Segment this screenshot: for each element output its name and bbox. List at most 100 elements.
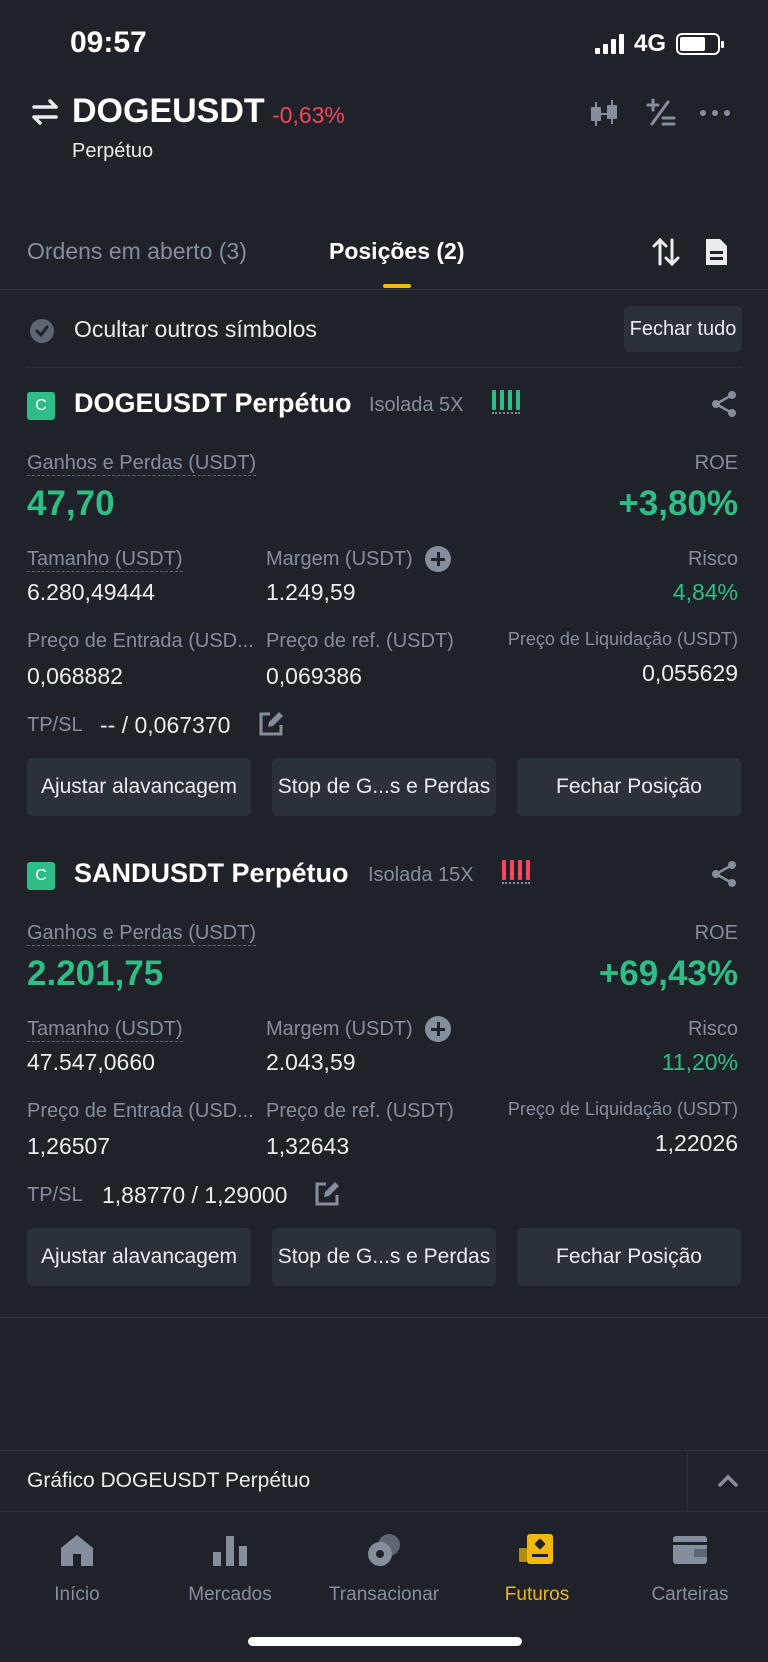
- wallet-icon: [673, 1536, 707, 1564]
- contract-type: Perpétuo: [72, 140, 154, 162]
- position-card: C DOGEUSDT Perpétuo Isolada 5X Ganhos e …: [0, 378, 768, 848]
- entry-price-label: Preço de Entrada (USD...: [27, 1100, 254, 1122]
- nav-label: Carteiras: [651, 1584, 729, 1605]
- adjust-leverage-button[interactable]: Ajustar alavancagem: [27, 1228, 251, 1286]
- nav-label: Mercados: [188, 1584, 272, 1605]
- pnl-value: 47,70: [27, 484, 115, 523]
- position-title[interactable]: DOGEUSDT Perpétuo: [74, 388, 352, 419]
- position-card: C SANDUSDT Perpétuo Isolada 15X Ganhos e…: [0, 848, 768, 1318]
- entry-price-value: 0,068882: [27, 663, 123, 689]
- status-bar: 09:57 4G: [0, 0, 768, 88]
- entry-price-value: 1,26507: [27, 1133, 111, 1159]
- tpsl-label: TP/SL: [27, 714, 83, 736]
- divider: [687, 1451, 688, 1513]
- risk-bars-icon: [492, 390, 520, 414]
- tpsl-value: 1,88770 / 1,29000: [102, 1182, 288, 1208]
- tpsl-button[interactable]: Stop de G...s e Perdas: [272, 1228, 496, 1286]
- active-tab-indicator: [383, 284, 411, 288]
- roe-label: ROE: [694, 922, 738, 944]
- position-title[interactable]: SANDUSDT Perpétuo: [74, 858, 349, 889]
- risk-value: 4,84%: [672, 579, 738, 605]
- close-all-button[interactable]: Fechar tudo: [624, 306, 742, 352]
- more-icon[interactable]: [698, 96, 732, 130]
- share-icon[interactable]: [710, 390, 738, 418]
- tpsl-button[interactable]: Stop de G...s e Perdas: [272, 758, 496, 816]
- home-indicator: [248, 1637, 522, 1646]
- liquidation-price-value: 1,22026: [654, 1130, 738, 1156]
- add-margin-icon[interactable]: [425, 546, 451, 572]
- roe-value: +69,43%: [598, 954, 738, 993]
- calculator-icon[interactable]: [644, 96, 678, 130]
- checkbox-icon[interactable]: [30, 319, 54, 343]
- battery-icon: [676, 33, 724, 55]
- pnl-label: Ganhos e Perdas (USDT): [27, 922, 256, 946]
- chart-label[interactable]: Gráfico DOGEUSDT Perpétuo: [27, 1469, 310, 1493]
- tab-open-orders[interactable]: Ordens em aberto (3): [27, 238, 247, 265]
- roe-label: ROE: [694, 452, 738, 474]
- adjust-leverage-button[interactable]: Ajustar alavancagem: [27, 758, 251, 816]
- liquidation-price-label: Preço de Liquidação (USDT): [507, 1099, 738, 1119]
- margin-label: Margem (USDT): [266, 548, 413, 570]
- liquidation-price-label: Preço de Liquidação (USDT): [507, 629, 738, 649]
- signal-icon: [594, 34, 624, 54]
- status-right: 4G: [594, 30, 724, 58]
- tpsl-value: -- / 0,067370: [100, 712, 231, 738]
- futures-icon: [519, 1534, 553, 1564]
- chevron-up-icon[interactable]: [714, 1467, 742, 1495]
- ref-price-value: 1,32643: [266, 1133, 350, 1159]
- margin-mode[interactable]: Isolada 15X: [368, 864, 474, 887]
- document-icon[interactable]: [700, 236, 732, 268]
- ref-price-label: Preço de ref. (USDT): [266, 1100, 454, 1122]
- trade-icon: [368, 1534, 400, 1566]
- edit-icon[interactable]: [313, 1180, 341, 1208]
- pnl-value: 2.201,75: [27, 954, 164, 993]
- swap-icon[interactable]: [30, 98, 60, 126]
- markets-icon: [213, 1536, 247, 1566]
- symbol-header: DOGEUSDT -0,63% Perpétuo: [0, 88, 768, 188]
- position-tabs: Ordens em aberto (3) Posições (2): [0, 222, 768, 290]
- size-value: 6.280,49444: [27, 579, 155, 605]
- size-label: Tamanho (USDT): [27, 548, 183, 572]
- share-icon[interactable]: [710, 860, 738, 888]
- nav-label: Futuros: [504, 1584, 570, 1605]
- tpsl-label: TP/SL: [27, 1184, 83, 1206]
- ref-price-label: Preço de ref. (USDT): [266, 630, 454, 652]
- pnl-label: Ganhos e Perdas (USDT): [27, 452, 256, 476]
- home-icon: [61, 1535, 93, 1566]
- nav-trade[interactable]: Transacionar: [309, 1530, 459, 1606]
- nav-futures[interactable]: Futuros: [462, 1530, 612, 1606]
- risk-value: 11,20%: [661, 1049, 738, 1075]
- sort-icon[interactable]: [650, 236, 682, 268]
- candlestick-icon[interactable]: [588, 96, 622, 130]
- margin-label: Margem (USDT): [266, 1018, 413, 1040]
- tab-positions[interactable]: Posições (2): [329, 238, 465, 265]
- hide-other-symbols-label[interactable]: Ocultar outros símbolos: [74, 316, 317, 343]
- nav-label: Transacionar: [328, 1584, 440, 1605]
- close-position-button[interactable]: Fechar Posição: [517, 1228, 741, 1286]
- margin-value: 1.249,59: [266, 579, 356, 605]
- edit-icon[interactable]: [257, 710, 285, 738]
- nav-wallets[interactable]: Carteiras: [615, 1530, 765, 1606]
- margin-mode[interactable]: Isolada 5X: [369, 394, 464, 417]
- liquidation-price-value: 0,055629: [642, 660, 738, 686]
- nav-markets[interactable]: Mercados: [155, 1530, 305, 1606]
- status-time: 09:57: [70, 26, 147, 59]
- close-position-button[interactable]: Fechar Posição: [517, 758, 741, 816]
- ref-price-value: 0,069386: [266, 663, 362, 689]
- roe-value: +3,80%: [618, 484, 738, 523]
- network-type: 4G: [633, 30, 666, 57]
- cross-badge: C: [27, 862, 55, 890]
- chart-bar[interactable]: Gráfico DOGEUSDT Perpétuo: [0, 1450, 768, 1513]
- size-value: 47.547,0660: [27, 1049, 155, 1075]
- risk-bars-icon: [502, 860, 530, 884]
- entry-price-label: Preço de Entrada (USD...: [27, 630, 254, 652]
- symbol-title[interactable]: DOGEUSDT: [72, 92, 265, 131]
- size-label: Tamanho (USDT): [27, 1018, 183, 1042]
- risk-label: Risco: [687, 1018, 738, 1040]
- nav-label: Início: [54, 1584, 100, 1605]
- filter-row: Ocultar outros símbolos Fechar tudo: [26, 306, 742, 368]
- add-margin-icon[interactable]: [425, 1016, 451, 1042]
- cross-badge: C: [27, 392, 55, 420]
- margin-value: 2.043,59: [266, 1049, 356, 1075]
- nav-home[interactable]: Início: [2, 1530, 152, 1606]
